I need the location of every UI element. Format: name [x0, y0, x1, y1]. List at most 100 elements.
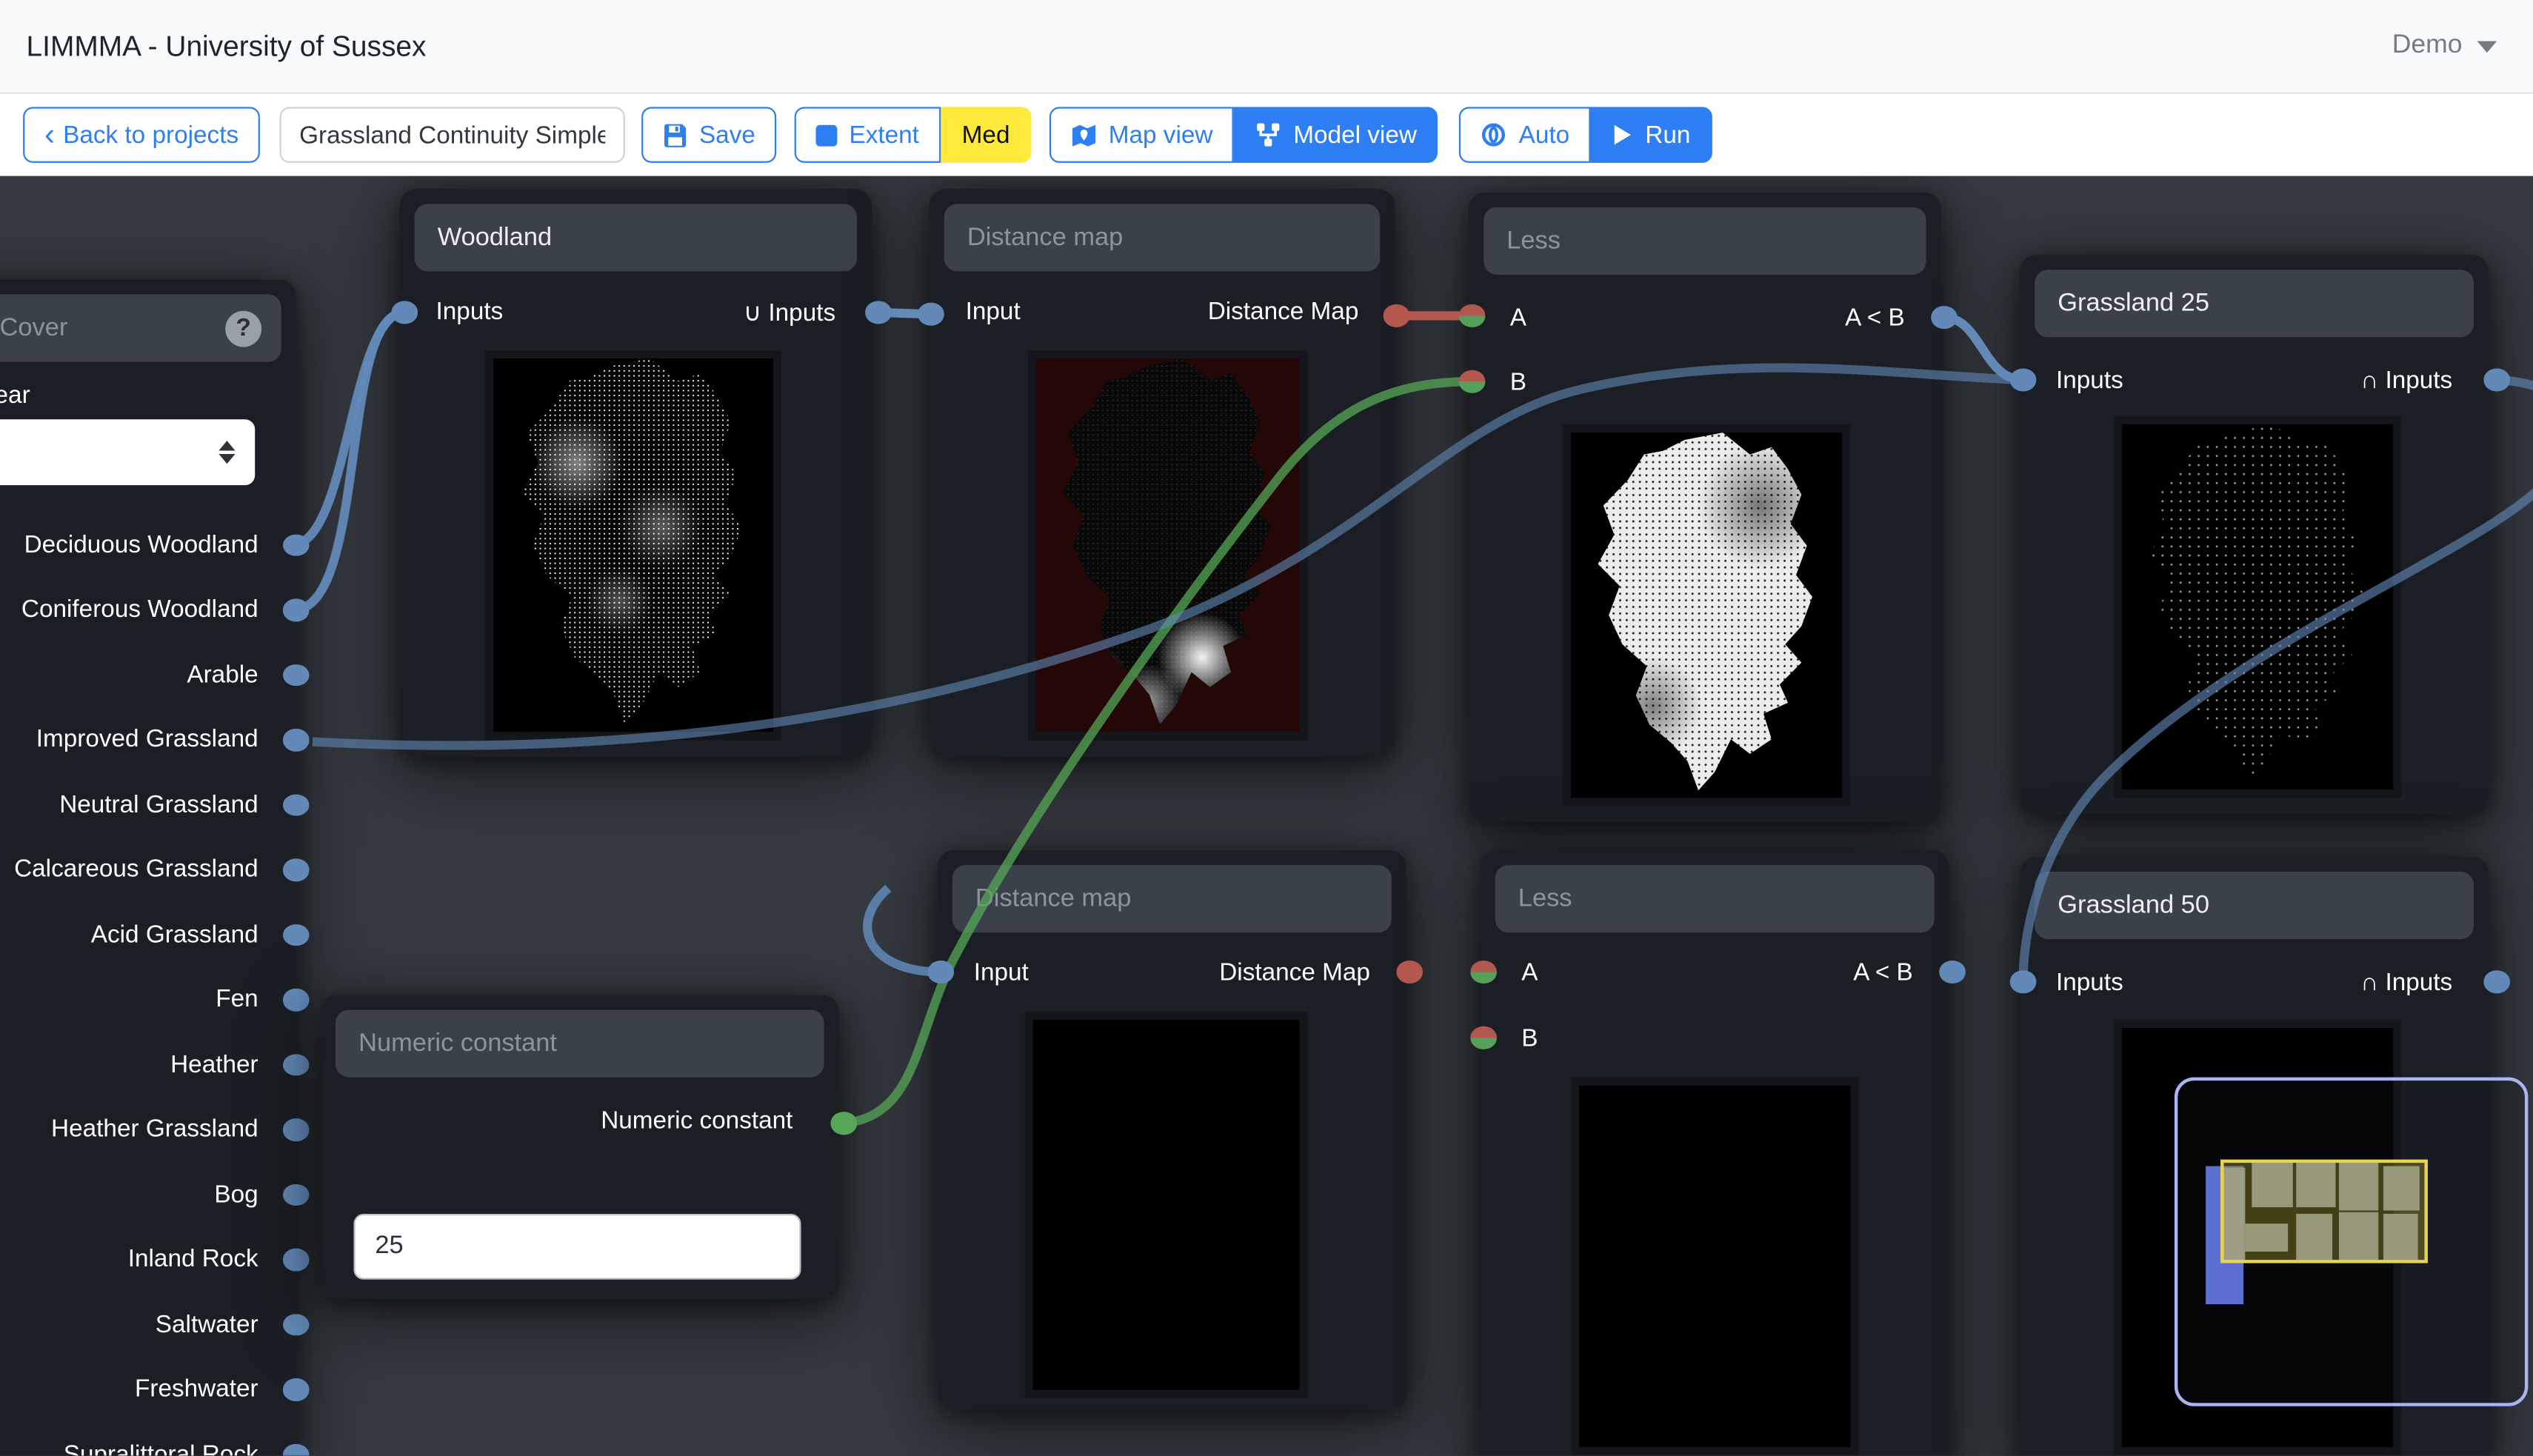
auto-toggle-button[interactable]: Auto — [1460, 107, 1591, 163]
minimap-viewport[interactable] — [2220, 1160, 2428, 1263]
chevron-left-icon: ‹ — [44, 119, 55, 150]
port-numeric-constant-label: Numeric constant — [601, 1107, 792, 1135]
run-button[interactable]: Run — [1591, 107, 1712, 163]
toolbar: ‹ Back to projects Save Extent Med Map v… — [0, 94, 2533, 176]
port-inputs-label: Inputs — [2056, 969, 2123, 997]
woodland-preview-image — [493, 358, 773, 732]
port-less1-b[interactable] — [1459, 370, 1486, 393]
port-grassland25-inputs[interactable] — [2010, 369, 2037, 391]
med-badge[interactable]: Med — [941, 107, 1032, 163]
port-land-cover-deciduous-woodland[interactable] — [283, 534, 310, 556]
port-distance2-input[interactable] — [928, 961, 955, 983]
numeric-constant-input[interactable]: 25 — [353, 1214, 801, 1280]
port-land-cover-saltwater[interactable] — [283, 1313, 310, 1335]
node-grassland-50-header[interactable]: Grassland 50 — [2035, 872, 2474, 939]
port-land-cover-bog[interactable] — [283, 1183, 310, 1206]
wire-less1-to-grassland25 — [1944, 318, 2023, 380]
node-distance-map-1[interactable]: Distance map Input Distance Map — [930, 189, 1395, 756]
port-land-cover-supralittoral-rock[interactable] — [283, 1443, 310, 1456]
node-numeric-constant[interactable]: Numeric constant Numeric constant 25 — [321, 995, 839, 1300]
save-icon — [663, 122, 687, 147]
model-view-button[interactable]: Model view — [1234, 107, 1438, 163]
port-less2-b[interactable] — [1470, 1026, 1497, 1049]
node-distance-map-2[interactable]: Distance map Input Distance Map — [938, 850, 1406, 1409]
node-less-1-header[interactable]: Less — [1484, 207, 1926, 275]
port-a-label: A — [1521, 959, 1538, 987]
port-land-cover-improved-grassland[interactable] — [283, 729, 310, 751]
less-1-preview-image — [1571, 433, 1842, 798]
node-less-1[interactable]: Less A B A < B — [1469, 193, 1940, 823]
user-menu-label: Demo — [2392, 31, 2463, 61]
port-input-label: Input — [974, 959, 1029, 987]
land-cover-output-label: Improved Grassland — [36, 726, 258, 754]
node-title: Grassland 50 — [2058, 891, 2209, 921]
land-cover-output-row: Fen — [0, 967, 296, 1032]
port-a-less-b-label: A < B — [1853, 959, 1913, 987]
node-land-cover[interactable]: Land Cover ? Year Deciduous WoodlandConi… — [0, 280, 296, 1456]
land-cover-output-row: Inland Rock — [0, 1227, 296, 1292]
node-grassland-25[interactable]: Grassland 25 Inputs ∩ Inputs — [2020, 255, 2489, 814]
port-less2-a[interactable] — [1470, 961, 1497, 983]
node-woodland[interactable]: Woodland Inputs ∪ Inputs — [400, 189, 872, 756]
port-distance1-out[interactable] — [1384, 304, 1410, 327]
port-land-cover-heather-grassland[interactable] — [283, 1118, 310, 1141]
land-cover-output-row: Improved Grassland — [0, 707, 296, 772]
port-b-label: B — [1510, 368, 1526, 396]
land-cover-output-row: Calcareous Grassland — [0, 837, 296, 902]
preview-frame — [1563, 424, 1851, 806]
node-title-placeholder: Numeric constant — [358, 1029, 557, 1058]
year-label: Year — [0, 381, 30, 410]
port-land-cover-heather[interactable] — [283, 1053, 310, 1075]
extent-button[interactable]: Extent — [795, 107, 941, 163]
med-label: Med — [962, 121, 1010, 149]
back-to-projects-button[interactable]: ‹ Back to projects — [23, 107, 260, 163]
node-less-2[interactable]: Less A B A < B — [1481, 850, 1949, 1456]
node-distance-map-2-header[interactable]: Distance map — [952, 865, 1392, 932]
land-cover-output-row: Supralittoral Rock — [0, 1422, 296, 1456]
year-select[interactable] — [0, 419, 255, 485]
preview-frame — [1571, 1078, 1859, 1456]
project-name-input[interactable] — [280, 107, 625, 163]
port-grassland25-out[interactable] — [2483, 369, 2510, 391]
port-grassland50-out[interactable] — [2483, 971, 2510, 993]
save-button[interactable]: Save — [641, 107, 777, 163]
user-menu[interactable]: Demo — [2392, 31, 2497, 61]
port-woodland-union-out[interactable] — [865, 301, 892, 324]
port-numeric-constant-out[interactable] — [831, 1112, 858, 1135]
port-less2-out[interactable] — [1939, 961, 1966, 983]
chevron-down-icon — [2477, 40, 2497, 52]
land-cover-output-label: Supralittoral Rock — [64, 1440, 258, 1456]
land-cover-output-label: Heather — [170, 1051, 258, 1079]
help-icon[interactable]: ? — [225, 310, 261, 347]
map-view-button[interactable]: Map view — [1049, 107, 1235, 163]
port-land-cover-freshwater[interactable] — [283, 1378, 310, 1400]
land-cover-output-row: Saltwater — [0, 1292, 296, 1357]
land-cover-output-label: Freshwater — [135, 1375, 258, 1403]
port-woodland-inputs[interactable] — [392, 301, 418, 324]
preview-frame — [2114, 416, 2402, 798]
port-distance1-input[interactable] — [918, 303, 944, 325]
port-land-cover-arable[interactable] — [283, 664, 310, 686]
port-distance2-out[interactable] — [1396, 961, 1423, 983]
run-label: Run — [1645, 121, 1690, 149]
port-inputs-label: Inputs — [436, 298, 504, 326]
node-grassland-25-header[interactable]: Grassland 25 — [2035, 270, 2474, 337]
port-land-cover-acid-grassland[interactable] — [283, 924, 310, 946]
land-cover-output-row: Freshwater — [0, 1357, 296, 1422]
node-less-2-header[interactable]: Less — [1495, 865, 1935, 932]
land-cover-output-row: Neutral Grassland — [0, 772, 296, 838]
port-land-cover-fen[interactable] — [283, 989, 310, 1011]
minimap[interactable] — [2175, 1078, 2528, 1406]
port-land-cover-inland-rock[interactable] — [283, 1249, 310, 1271]
port-less1-out[interactable] — [1931, 306, 1958, 328]
port-land-cover-calcareous-grassland[interactable] — [283, 858, 310, 881]
land-cover-output-row: Bog — [0, 1162, 296, 1227]
port-land-cover-coniferous-woodland[interactable] — [283, 598, 310, 621]
node-distance-map-1-header[interactable]: Distance map — [944, 204, 1381, 271]
node-numeric-constant-header[interactable]: Numeric constant — [336, 1010, 824, 1078]
port-land-cover-neutral-grassland[interactable] — [283, 794, 310, 816]
port-less1-a[interactable] — [1459, 304, 1486, 327]
node-woodland-header[interactable]: Woodland — [415, 204, 857, 271]
wire-deciduous-to-woodland — [293, 313, 404, 544]
port-grassland50-inputs[interactable] — [2010, 971, 2037, 993]
